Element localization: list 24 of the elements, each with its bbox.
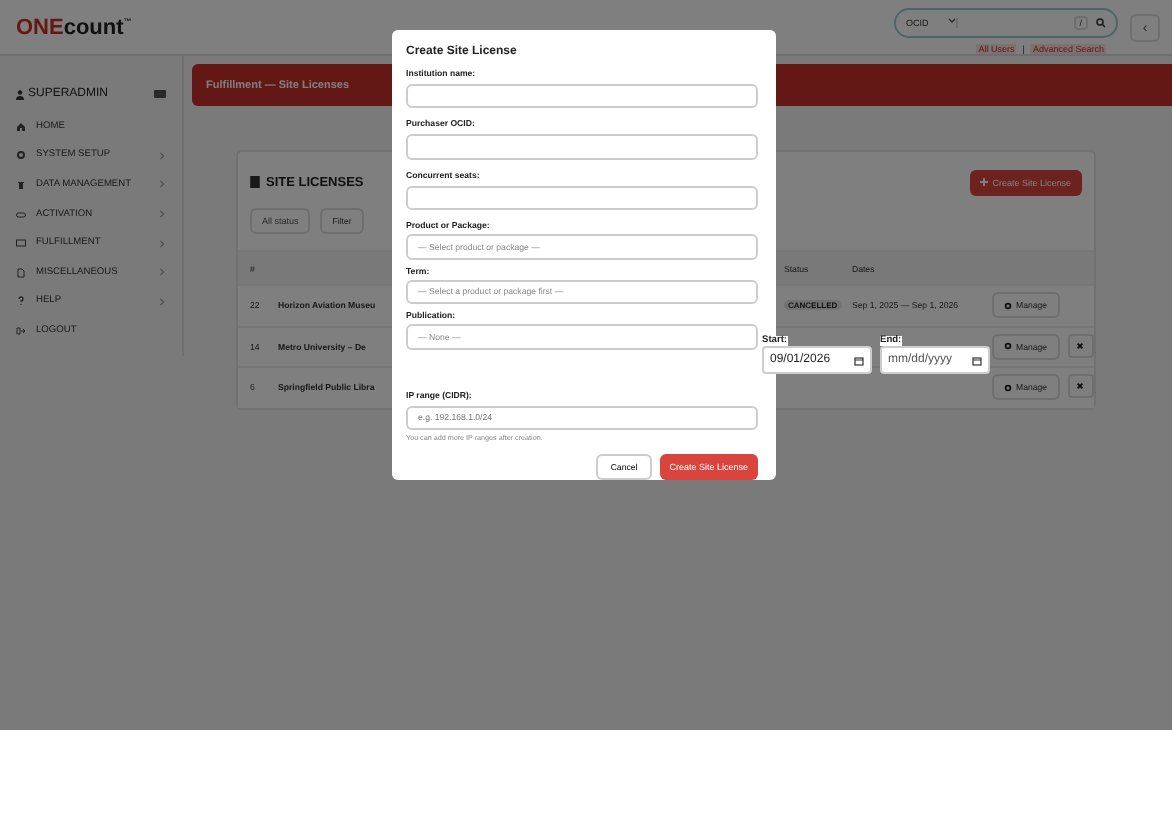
file-icon <box>16 267 26 278</box>
house-icon <box>16 121 26 132</box>
toggle-icon <box>16 209 26 220</box>
caret-icon <box>948 18 956 24</box>
delete-button[interactable] <box>1067 333 1094 358</box>
close-icon <box>1076 382 1085 391</box>
search-icon[interactable] <box>1096 18 1106 28</box>
calendar-icon[interactable] <box>972 355 982 365</box>
input-field[interactable] <box>406 185 758 210</box>
gear-icon <box>1004 301 1012 310</box>
plus-icon <box>980 178 989 186</box>
calendar-icon[interactable] <box>854 355 864 365</box>
gear-icon <box>16 150 26 161</box>
close-icon <box>1076 341 1085 350</box>
trash-icon <box>16 179 26 190</box>
card-icon <box>16 238 26 249</box>
gear-icon <box>1004 342 1012 351</box>
input-field[interactable] <box>406 84 758 109</box>
gear-icon <box>1004 383 1012 392</box>
delete-button[interactable] <box>1067 374 1094 399</box>
logout-icon <box>16 325 26 336</box>
question-icon <box>16 296 26 307</box>
input-field[interactable] <box>406 134 758 160</box>
user-icon <box>16 89 24 99</box>
